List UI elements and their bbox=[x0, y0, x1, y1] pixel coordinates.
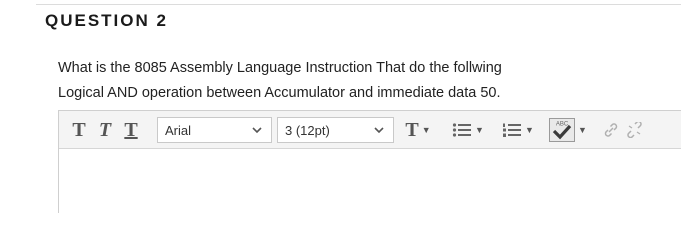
italic-button[interactable]: T bbox=[95, 111, 115, 149]
editor-content-area[interactable] bbox=[59, 149, 681, 213]
unlink-icon bbox=[627, 122, 642, 138]
text-color-button[interactable]: T ▼ bbox=[401, 111, 435, 149]
caret-down-icon: ▼ bbox=[525, 125, 534, 135]
bullet-list-button[interactable]: ▼ bbox=[447, 111, 489, 149]
underline-button[interactable]: T bbox=[121, 111, 141, 149]
numbered-list-icon bbox=[503, 123, 522, 137]
font-family-select[interactable]: Arial bbox=[157, 117, 272, 143]
spellcheck-label: ABC bbox=[556, 122, 569, 128]
text-color-icon: T bbox=[405, 118, 419, 141]
link-icon bbox=[604, 123, 618, 137]
font-size-value: 3 (12pt) bbox=[285, 122, 330, 138]
bold-button[interactable]: T bbox=[69, 111, 89, 149]
underline-icon: T bbox=[124, 118, 138, 141]
caret-down-icon: ▼ bbox=[578, 125, 587, 135]
bullet-list-icon bbox=[452, 123, 472, 137]
unlink-button[interactable] bbox=[624, 111, 646, 149]
question-text-line-2: Logical AND operation between Accumulato… bbox=[58, 85, 501, 101]
answer-editor: T T T Arial 3 (12pt) T ▼ ▼ ▼ ABC ▼ bbox=[58, 110, 681, 213]
editor-toolbar: T T T Arial 3 (12pt) T ▼ ▼ ▼ ABC ▼ bbox=[59, 111, 681, 149]
font-size-select[interactable]: 3 (12pt) bbox=[277, 117, 394, 143]
bold-icon: T bbox=[72, 118, 86, 141]
caret-down-icon: ▼ bbox=[421, 125, 431, 135]
numbered-list-button[interactable]: ▼ bbox=[497, 111, 539, 149]
spellcheck-button[interactable]: ABC ▼ bbox=[546, 111, 590, 149]
insert-link-button[interactable] bbox=[601, 111, 621, 149]
question-title: QUESTION 2 bbox=[45, 11, 168, 30]
font-family-value: Arial bbox=[165, 122, 192, 138]
italic-icon: T bbox=[98, 118, 112, 141]
chevron-down-icon bbox=[374, 127, 384, 134]
top-divider bbox=[36, 4, 681, 5]
caret-down-icon: ▼ bbox=[475, 125, 484, 135]
question-text-line-1: What is the 8085 Assembly Language Instr… bbox=[58, 60, 502, 76]
spellcheck-icon: ABC bbox=[549, 118, 576, 142]
question-text: What is the 8085 Assembly Language Instr… bbox=[58, 56, 618, 106]
chevron-down-icon bbox=[252, 127, 262, 134]
